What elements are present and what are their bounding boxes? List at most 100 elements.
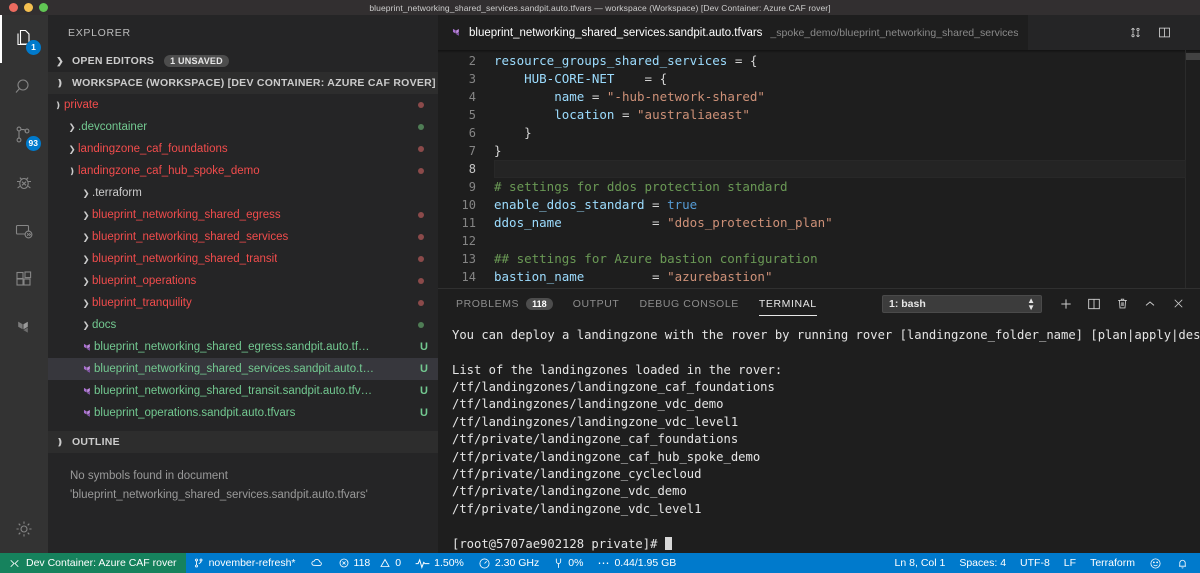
split-terminal-icon[interactable]	[1080, 290, 1108, 318]
code-line[interactable]: 14 bastion_name = "azurebastion"	[438, 268, 1200, 286]
tree-folder-row[interactable]: ❯ docs	[48, 314, 438, 336]
status-cpu-usage[interactable]: 1.50%	[408, 553, 471, 573]
status-encoding[interactable]: UTF-8	[1013, 553, 1057, 573]
activity-remote-explorer[interactable]	[0, 207, 48, 255]
split-editor-icon[interactable]	[1157, 25, 1172, 40]
file-tree[interactable]: ❫ private ❯ .devcontainer ❯ landingzone_caf_f…	[48, 94, 438, 431]
vscode-window: blueprint_networking_shared_services.san…	[0, 0, 1200, 573]
terminal-prompt-line[interactable]: [root@5707ae902128 private]#	[452, 536, 1190, 553]
chevron-right-icon[interactable]: ❯	[66, 122, 78, 133]
line-number: 10	[461, 198, 476, 212]
tree-folder-row[interactable]: ❯ .terraform	[48, 182, 438, 204]
chevron-down-icon[interactable]: ❫	[66, 166, 78, 177]
status-cursor-position-label: Ln 8, Col 1	[894, 557, 946, 569]
status-sync[interactable]	[303, 553, 331, 573]
code-line[interactable]: 5 location = "australiaeast"	[438, 106, 1200, 124]
chevron-right-icon[interactable]: ❯	[80, 320, 92, 331]
tree-item-label: blueprint_networking_shared_transit	[92, 253, 278, 265]
status-eol[interactable]: LF	[1057, 553, 1083, 573]
code-line[interactable]: 15bastion_diags = {	[438, 286, 1200, 288]
code-line[interactable]: 3 HUB-CORE-NET = {	[438, 70, 1200, 88]
status-feedback[interactable]	[1142, 553, 1169, 573]
status-indentation[interactable]: Spaces: 4	[952, 553, 1013, 573]
activity-run-and-debug[interactable]	[0, 159, 48, 207]
close-panel-icon[interactable]	[1164, 290, 1192, 318]
line-content: location = "australiaeast"	[554, 107, 750, 122]
terminal-line: /tf/landingzones/landingzone_vdc_demo	[452, 397, 724, 412]
status-cursor-position[interactable]: Ln 8, Col 1	[888, 553, 953, 573]
chevron-right-icon[interactable]: ❯	[80, 232, 92, 243]
dashboard-icon	[478, 557, 491, 570]
line-content: resource_groups_shared_services = {	[494, 53, 758, 68]
code-line[interactable]: 2 resource_groups_shared_services = {	[438, 52, 1200, 70]
code-line[interactable]: 7}	[438, 142, 1200, 160]
status-memory-usage[interactable]: ⋯ 0.44/1.95 GB	[590, 553, 683, 573]
section-open-editors[interactable]: ❯ OPEN EDITORS 1 UNSAVED	[48, 50, 438, 72]
activity-explorer[interactable]: 1	[0, 15, 48, 63]
tree-file-row[interactable]: blueprint_networking_shared_services.san…	[48, 358, 438, 380]
activity-source-control[interactable]: 93	[0, 111, 48, 159]
tab-problems[interactable]: PROBLEMS 118	[446, 289, 563, 319]
status-battery[interactable]: 0%	[546, 553, 590, 573]
chevron-right-icon[interactable]: ❯	[80, 276, 92, 287]
status-remote-indicator[interactable]: Dev Container: Azure CAF rover	[0, 553, 186, 573]
activity-terraform[interactable]	[0, 303, 48, 351]
editor-tab-description: _spoke_demo/blueprint_networking_shared_…	[770, 26, 1019, 39]
window-title: blueprint_networking_shared_services.san…	[369, 2, 831, 13]
tree-folder-row[interactable]: ❫ landingzone_caf_hub_spoke_demo	[48, 160, 438, 182]
tree-folder-row[interactable]: ❯ blueprint_networking_shared_transit	[48, 248, 438, 270]
git-status-dot	[418, 102, 424, 108]
activity-manage-settings[interactable]	[0, 505, 48, 553]
code-line[interactable]: 6 }	[438, 124, 1200, 142]
maximize-panel-icon[interactable]	[1136, 290, 1164, 318]
terminal-selector[interactable]: 1: bash ▲ ▼	[882, 294, 1042, 313]
terminal-output[interactable]: You can deploy a landingzone with the ro…	[438, 319, 1200, 553]
code-line[interactable]: 4 name = "-hub-network-shared"	[438, 88, 1200, 106]
kill-terminal-icon[interactable]	[1108, 290, 1136, 318]
tab-terminal[interactable]: TERMINAL	[749, 289, 827, 319]
status-cpu-frequency[interactable]: 2.30 GHz	[471, 553, 546, 573]
chevron-right-icon[interactable]: ❯	[80, 254, 92, 265]
compare-changes-icon[interactable]	[1128, 25, 1143, 40]
status-language-mode[interactable]: Terraform	[1083, 553, 1142, 573]
maximize-window-button[interactable]	[39, 3, 48, 12]
chevron-right-icon[interactable]: ❯	[80, 298, 92, 309]
tab-debug-console[interactable]: DEBUG CONSOLE	[629, 289, 748, 319]
git-status-dot	[418, 212, 424, 218]
tree-folder-row[interactable]: ❯ blueprint_networking_shared_services	[48, 226, 438, 248]
section-workspace[interactable]: ❫ WORKSPACE (WORKSPACE) [DEV CONTAINER: …	[48, 72, 438, 94]
editor-tab-active[interactable]: blueprint_networking_shared_services.san…	[438, 15, 1030, 50]
activity-search[interactable]	[0, 63, 48, 111]
code-editor[interactable]: 2 resource_groups_shared_services = {3 HU…	[438, 50, 1200, 288]
window-controls[interactable]	[0, 3, 48, 12]
activity-extensions[interactable]	[0, 255, 48, 303]
tree-folder-row[interactable]: ❯ blueprint_operations	[48, 270, 438, 292]
status-notifications[interactable]	[1169, 553, 1200, 573]
editor-vertical-scrollbar[interactable]	[1186, 53, 1200, 60]
chevron-right-icon[interactable]: ❯	[80, 210, 92, 221]
chevron-down-icon[interactable]: ❫	[52, 100, 64, 111]
code-line[interactable]: 12	[438, 232, 1200, 250]
section-outline[interactable]: ❫ OUTLINE	[48, 431, 438, 453]
chevron-right-icon[interactable]: ❯	[80, 188, 92, 199]
tree-folder-row[interactable]: ❯ blueprint_networking_shared_egress	[48, 204, 438, 226]
tree-file-row[interactable]: blueprint_operations.sandpit.auto.tfvars…	[48, 402, 438, 424]
tree-folder-row[interactable]: ❯ blueprint_tranquility	[48, 292, 438, 314]
status-branch[interactable]: november-refresh*	[186, 553, 303, 573]
code-line[interactable]: 13 ## settings for Azure bastion configur…	[438, 250, 1200, 268]
close-window-button[interactable]	[9, 3, 18, 12]
code-line[interactable]: 11 ddos_name = "ddos_protection_plan"	[438, 214, 1200, 232]
tab-output[interactable]: OUTPUT	[563, 289, 630, 319]
tree-folder-row[interactable]: ❯ landingzone_caf_foundations	[48, 138, 438, 160]
code-line[interactable]: 10 enable_ddos_standard = true	[438, 196, 1200, 214]
tree-folder-row[interactable]: ❫ private	[48, 94, 438, 116]
code-line[interactable]: 9 # settings for ddos protection standard	[438, 178, 1200, 196]
tree-file-row[interactable]: blueprint_networking_shared_egress.sandp…	[48, 336, 438, 358]
status-problems[interactable]: 118 0	[331, 553, 409, 573]
terraform-icon	[80, 363, 94, 376]
tree-folder-row[interactable]: ❯ .devcontainer	[48, 116, 438, 138]
tree-file-row[interactable]: blueprint_networking_shared_transit.sand…	[48, 380, 438, 402]
minimize-window-button[interactable]	[24, 3, 33, 12]
new-terminal-icon[interactable]	[1052, 290, 1080, 318]
chevron-right-icon[interactable]: ❯	[66, 144, 78, 155]
